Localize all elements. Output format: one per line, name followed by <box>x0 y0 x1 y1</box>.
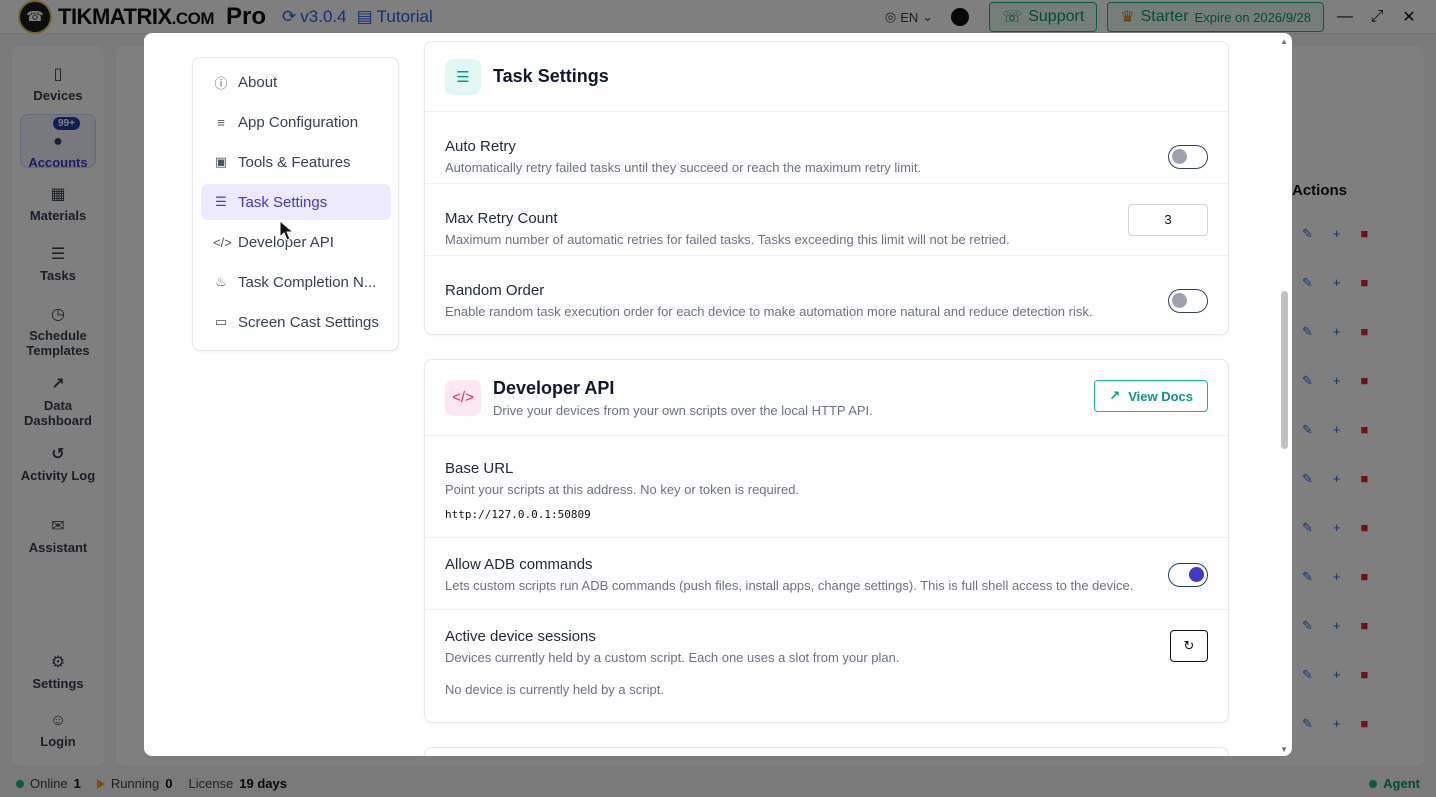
scroll-down-icon[interactable]: ▼ <box>1280 745 1288 754</box>
external-link-icon: ↗ <box>1109 388 1121 403</box>
settings-nav-app-configuration[interactable]: ≡ App Configuration <box>201 104 391 140</box>
auto-retry-title: Auto Retry <box>445 138 516 155</box>
refresh-icon: ↻ <box>1183 638 1195 653</box>
auto-retry-row: Auto Retry Automatically retry failed ta… <box>425 112 1228 184</box>
task-settings-header: ☰ Task Settings <box>425 42 1228 112</box>
settings-modal: ⓘ About ≡ App Configuration ▣ Tools & Featu… <box>144 33 1292 756</box>
settings-nav-task-settings[interactable]: ☰ Task Settings <box>201 184 391 220</box>
nav-label: Screen Cast Settings <box>238 313 379 331</box>
active-sessions-row: Active device sessions Devices currently… <box>425 610 1228 720</box>
code-icon: </> <box>445 379 481 416</box>
random-order-row: Random Order Enable random task executio… <box>425 256 1228 328</box>
nav-label: Task Completion N... <box>238 273 377 291</box>
settings-nav-screen-cast[interactable]: ▭ Screen Cast Settings <box>201 304 391 340</box>
nav-label: App Configuration <box>238 113 359 131</box>
random-order-toggle[interactable] <box>1168 289 1208 313</box>
base-url-title: Base URL <box>445 460 514 477</box>
settings-nav-tools-features[interactable]: ▣ Tools & Features <box>201 144 391 180</box>
task-settings-title: Task Settings <box>493 66 609 86</box>
max-retry-title: Max Retry Count <box>445 210 558 227</box>
active-sessions-desc: Devices currently held by a custom scrip… <box>445 650 900 665</box>
nav-label: Tools & Features <box>238 153 351 171</box>
scroll-up-icon[interactable]: ▲ <box>1280 37 1288 46</box>
toolbox-icon: ▣ <box>214 154 228 169</box>
base-url-desc: Point your scripts at this address. No k… <box>445 482 800 497</box>
list-check-icon: ☰ <box>215 194 227 209</box>
random-order-desc: Enable random task execution order for e… <box>445 304 1093 319</box>
allow-adb-desc: Lets custom scripts run ADB commands (pu… <box>445 578 1134 593</box>
active-sessions-title: Active device sessions <box>445 628 596 645</box>
scrollbar-thumb[interactable] <box>1281 291 1288 449</box>
bell-icon: ♨ <box>215 274 227 289</box>
allow-adb-title: Allow ADB commands <box>445 556 593 573</box>
base-url-row: Base URL Point your scripts at this addr… <box>425 436 1228 538</box>
list-check-icon: ☰ <box>445 58 481 95</box>
max-retry-row: Max Retry Count Maximum number of automa… <box>425 184 1228 256</box>
developer-api-title-block: Developer API Drive your devices from yo… <box>481 378 873 418</box>
max-retry-desc: Maximum number of automatic retries for … <box>445 232 1010 247</box>
task-settings-card: ☰ Task Settings Auto Retry Automatically… <box>424 41 1229 335</box>
settings-nav-about[interactable]: ⓘ About <box>201 64 391 100</box>
developer-api-card: </> Developer API Drive your devices fro… <box>424 359 1229 723</box>
settings-nav-task-completion[interactable]: ♨ Task Completion N... <box>201 264 391 300</box>
allow-adb-toggle[interactable] <box>1168 563 1208 587</box>
info-icon: ⓘ <box>214 75 228 91</box>
developer-api-header: </> Developer API Drive your devices fro… <box>425 360 1228 436</box>
code-icon: </> <box>213 234 232 250</box>
refresh-sessions-button[interactable]: ↻ <box>1170 630 1208 662</box>
developer-api-subtitle: Drive your devices from your own scripts… <box>493 402 873 418</box>
monitor-icon: ▭ <box>214 314 228 329</box>
nav-label: About <box>238 73 278 91</box>
base-url-value[interactable]: http://127.0.0.1:50809 <box>445 508 591 521</box>
view-docs-button[interactable]: ↗ View Docs <box>1094 380 1208 412</box>
view-docs-label: View Docs <box>1128 388 1193 404</box>
allow-adb-row: Allow ADB commands Lets custom scripts r… <box>425 538 1228 610</box>
next-settings-card <box>424 747 1229 756</box>
sliders-icon: ≡ <box>217 114 225 130</box>
auto-retry-toggle[interactable] <box>1168 145 1208 169</box>
toggle-knob <box>1172 149 1187 164</box>
auto-retry-desc: Automatically retry failed tasks until t… <box>445 160 922 175</box>
active-sessions-empty: No device is currently held by a script. <box>445 682 664 697</box>
random-order-title: Random Order <box>445 282 545 299</box>
settings-nav: ⓘ About ≡ App Configuration ▣ Tools & Featu… <box>192 57 399 351</box>
toggle-knob <box>1172 293 1187 308</box>
nav-label: Task Settings <box>238 193 328 211</box>
toggle-knob <box>1189 567 1204 582</box>
max-retry-input[interactable]: 3 <box>1128 204 1208 236</box>
developer-api-title: Developer API <box>493 377 615 398</box>
